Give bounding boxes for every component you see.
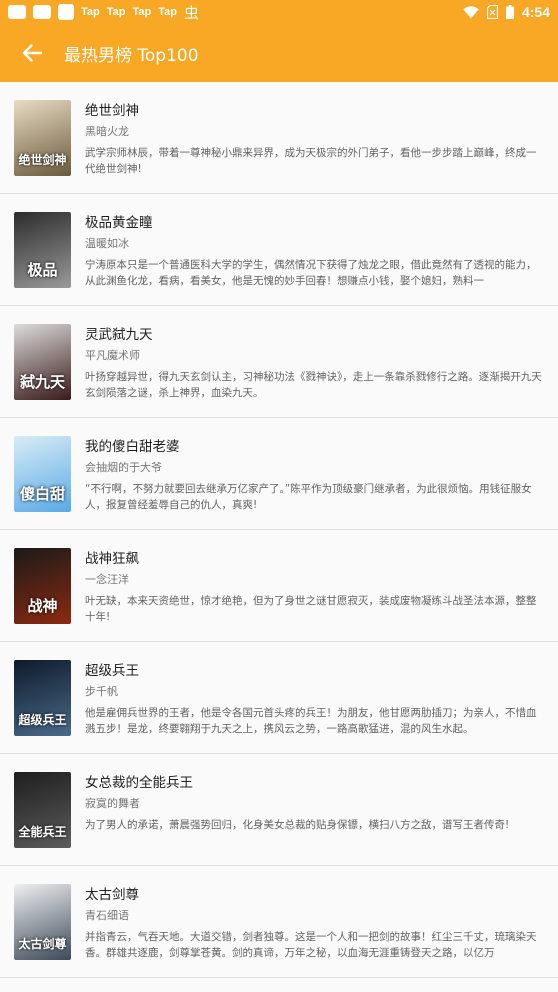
bug-icon: 虫 — [184, 3, 200, 22]
book-list-item[interactable]: 超级兵王 超级兵王 步千帆 他是雇佣兵世界的王者，他是令各国元首头疼的兵王！为朋友，他… — [0, 642, 558, 754]
app-notification-icon — [58, 4, 74, 20]
book-list-item[interactable]: 太古剑尊 太古剑尊 青石细语 并指青云，气吞天地。大道交错，剑者独尊。这是一个人和一把… — [0, 866, 558, 978]
book-list-item[interactable]: 傻白甜 我的傻白甜老婆 会抽烟的于大爷 “不行啊，不努力就要回去继承万亿家产了。”陈平… — [0, 418, 558, 530]
book-cover-image: 超级兵王 — [14, 660, 71, 736]
book-description: 叶无缺，本来天资绝世，惊才绝艳，但为了身世之谜甘愿寂灭，装成废物凝练斗战圣法本源… — [85, 595, 537, 623]
battery-icon — [505, 5, 514, 19]
book-author: 寂寞的舞者 — [85, 797, 140, 810]
book-description: “不行啊，不努力就要回去继承万亿家产了。”陈平作为顶级豪门继承者，为此很烦恼。用… — [85, 483, 532, 511]
book-cover-image: 全能兵王 — [14, 772, 71, 848]
tap-notification-label: Tap — [81, 6, 100, 18]
book-list-item[interactable]: 战神 战神狂飙一念汪洋叶无缺，本来天资绝世，惊才绝艳，但为了身世之谜甘愿寂灭，装成… — [0, 530, 558, 642]
no-sim-icon — [486, 5, 498, 19]
book-info: 超级兵王步千帆他是雇佣兵世界的王者，他是令各国元首头疼的兵王！为朋友，他甘愿两肋… — [85, 660, 544, 753]
book-author: 平凡魔术师 — [85, 349, 140, 362]
book-title: 绝世剑神 — [85, 103, 139, 119]
book-list-item[interactable]: 全能兵王 女总裁的全能兵王 寂寞的舞者为了男人的承诺，萧晨强势回归，化身美女总裁的贴… — [0, 754, 558, 866]
book-title: 我的傻白甜老婆 — [85, 439, 180, 455]
book-cover-image: 傻白甜 — [14, 436, 71, 512]
book-cover-title: 极品 — [27, 261, 58, 279]
book-cover-title: 战神 — [27, 597, 58, 615]
book-list-item[interactable]: 弑九天 灵武弑九天平凡魔术师叶扬穿越异世，得九天玄剑认主，习神秘功法《戮神诀》，走… — [0, 306, 558, 418]
book-info: 女总裁的全能兵王 寂寞的舞者为了男人的承诺，萧晨强势回归，化身美女总裁的贴身保镖，… — [85, 772, 544, 865]
book-title: 女总裁的全能兵王 — [85, 775, 193, 791]
book-cover-image: 绝世剑神 — [14, 100, 71, 176]
book-title: 灵武弑九天 — [85, 327, 153, 343]
book-author: 黑暗火龙 — [85, 125, 129, 138]
book-list-item[interactable]: 绝世剑神 绝世剑神 黑暗火龙 武学宗师林辰，带着一尊神秘小鼎来异界，成为天极宗的外门弟… — [0, 82, 558, 194]
book-title: 战神狂飙 — [85, 551, 139, 567]
book-cover-title: 超级兵王 — [18, 713, 67, 727]
page-title: 最热男榜 Top100 — [64, 45, 199, 66]
book-author: 温暖如冰 — [85, 237, 129, 250]
book-cover-image: 极品 — [14, 212, 71, 288]
book-author: 一念汪洋 — [85, 573, 129, 586]
book-info: 绝世剑神黑暗火龙武学宗师林辰，带着一尊神秘小鼎来异界，成为天极宗的外门弟子，看他… — [85, 100, 544, 193]
tap-notification-label: Tap — [132, 6, 152, 18]
book-info: 战神狂飙一念汪洋叶无缺，本来天资绝世，惊才绝艳，但为了身世之谜甘愿寂灭，装成废物… — [85, 548, 544, 641]
book-cover-title: 绝世剑神 — [18, 153, 67, 167]
book-info: 我的傻白甜老婆 会抽烟的于大爷 “不行啊，不努力就要回去继承万亿家产了。”陈平作为顶… — [85, 436, 544, 529]
status-bar: Tap Tap Tap Tap 虫 4:54 — [0, 0, 558, 24]
book-description: 叶扬穿越异世，得九天玄剑认主，习神秘功法《戮神诀》，走上一条靠杀戮修行之路。逐渐… — [85, 371, 542, 399]
app-notification-icon — [33, 5, 51, 19]
book-description: 他是雇佣兵世界的王者，他是令各国元首头疼的兵王！为朋友，他甘愿两肋插刀；为亲人，… — [85, 707, 537, 735]
arrow-left-icon — [22, 44, 42, 62]
tap-notification-label: Tap — [158, 6, 177, 18]
app-notification-icon — [8, 5, 26, 19]
book-cover-image: 太古剑尊 — [14, 884, 71, 960]
book-author: 青石细语 — [85, 909, 129, 922]
book-info: 灵武弑九天平凡魔术师叶扬穿越异世，得九天玄剑认主，习神秘功法《戮神诀》，走上一条… — [85, 324, 544, 417]
book-cover-title: 太古剑尊 — [18, 937, 67, 951]
book-title: 太古剑尊 — [85, 887, 139, 903]
book-cover-image: 战神 — [14, 548, 71, 624]
book-info: 极品黄金瞳温暖如冰宁涛原本只是一个普通医科大学的学生，偶然情况下获得了烛龙之眼，… — [85, 212, 544, 305]
book-title: 极品黄金瞳 — [85, 215, 153, 231]
book-info: 太古剑尊青石细语并指青云，气吞天地。大道交错，剑者独尊。这是一个人和一把剑的故事… — [85, 884, 544, 977]
tap-notification-label: Tap — [106, 6, 126, 18]
clock-time: 4:54 — [521, 4, 550, 20]
book-cover-title: 傻白甜 — [19, 485, 65, 503]
book-cover-image: 弑九天 — [14, 324, 71, 400]
book-description: 宁涛原本只是一个普通医科大学的学生，偶然情况下获得了烛龙之眼，借此竟然有了透视的… — [85, 259, 537, 287]
app-bar: 最热男榜 Top100 — [0, 24, 558, 82]
book-author: 会抽烟的于大爷 — [85, 461, 162, 474]
back-button[interactable] — [0, 24, 64, 82]
book-description: 武学宗师林辰，带着一尊神秘小鼎来异界，成为天极宗的外门弟子，看他一步步踏上巅峰，… — [85, 147, 537, 175]
book-cover-title: 全能兵王 — [18, 825, 67, 839]
book-description: 并指青云，气吞天地。大道交错，剑者独尊。这是一个人和一把剑的故事！红尘三千丈，琉… — [85, 931, 537, 959]
book-description: 为了男人的承诺，萧晨强势回归，化身美女总裁的贴身保镖，横扫八方之敌，谱写王者传奇… — [85, 819, 510, 831]
book-list[interactable]: 绝世剑神 绝世剑神 黑暗火龙 武学宗师林辰，带着一尊神秘小鼎来异界，成为天极宗的外门弟… — [0, 82, 558, 992]
book-list-item[interactable]: 极品 极品黄金瞳温暖如冰宁涛原本只是一个普通医科大学的学生，偶然情况下获得了烛龙之… — [0, 194, 558, 306]
book-title: 超级兵王 — [85, 663, 139, 679]
book-cover-title: 弑九天 — [19, 373, 65, 391]
wifi-icon — [463, 5, 479, 18]
book-author: 步千帆 — [85, 685, 118, 698]
status-bar-notifications: Tap Tap Tap Tap 虫 — [8, 2, 199, 23]
status-bar-system: 4:54 — [463, 4, 550, 20]
